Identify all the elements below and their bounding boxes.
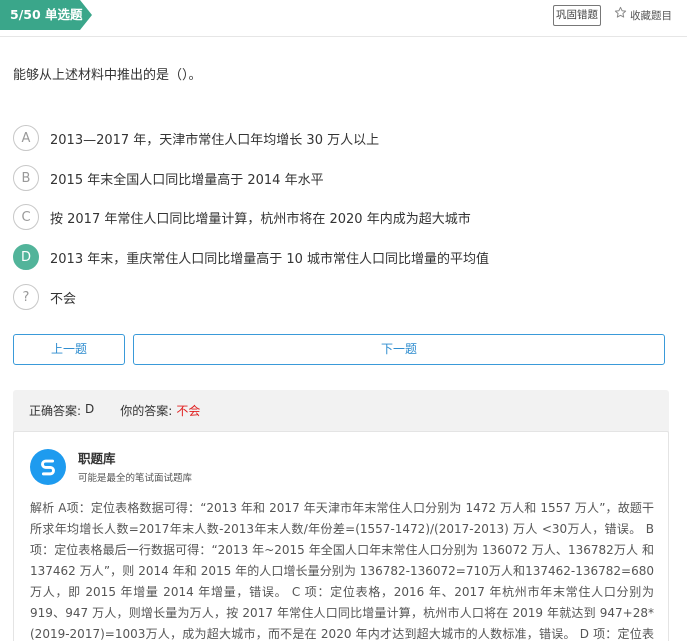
explanation-card: 职题库 可能是最全的笔试面试题库 解析 A项：定位表格数据可得：“2013 年和… <box>13 431 669 641</box>
option-letter: D <box>13 244 39 270</box>
option-text: 不会 <box>50 291 77 307</box>
question-number-badge: 5/50 单选题 <box>0 0 92 30</box>
your-answer-label: 你的答案: <box>120 404 173 418</box>
option-text: 2015 年末全国人口同比增量高于 2014 年水平 <box>50 172 324 188</box>
option-text: 按 2017 年常住人口同比增量计算，杭州市将在 2020 年内成为超大城市 <box>50 211 471 227</box>
next-question-button[interactable]: 下一题 <box>133 334 665 365</box>
brand-name: 职题库 <box>78 451 116 466</box>
option-letter: A <box>13 125 39 151</box>
explanation-text: 解析 A项：定位表格数据可得：“2013 年和 2017 年天津市年末常住人口分… <box>30 501 654 641</box>
question-stem: 能够从上述材料中推出的是（）。 <box>13 68 202 83</box>
option-letter: ? <box>13 284 39 310</box>
consolidate-wrong-button[interactable]: 巩固错题 <box>553 5 601 26</box>
brand-logo-icon <box>30 449 66 485</box>
answer-summary: 正确答案: D 你的答案: 不会 <box>29 402 200 419</box>
option-a[interactable]: A 2013—2017 年，天津市常住人口年均增长 30 万人以上 <box>13 125 379 151</box>
top-bar: 5/50 单选题 巩固错题 收藏题目 <box>0 0 687 32</box>
option-letter: B <box>13 165 39 191</box>
collect-label: 收藏题目 <box>630 10 672 22</box>
option-text: 2013—2017 年，天津市常住人口年均增长 30 万人以上 <box>50 132 380 148</box>
header-divider <box>0 36 687 37</box>
brand-slogan: 可能是最全的笔试面试题库 <box>78 473 193 484</box>
option-letter: C <box>13 204 39 230</box>
correct-answer-label: 正确答案: <box>29 404 82 418</box>
your-answer-value: 不会 <box>176 404 201 418</box>
option-d[interactable]: D 2013 年末，重庆常住人口同比增量高于 10 城市常住人口同比增量的平均值 <box>13 244 489 270</box>
option-dont-know[interactable]: ? 不会 <box>13 284 76 310</box>
option-c[interactable]: C 按 2017 年常住人口同比增量计算，杭州市将在 2020 年内成为超大城市 <box>13 204 471 230</box>
correct-answer-value: D <box>85 402 95 416</box>
option-text: 2013 年末，重庆常住人口同比增量高于 10 城市常住人口同比增量的平均值 <box>50 251 490 267</box>
collect-question-button[interactable]: 收藏题目 <box>614 6 672 26</box>
option-b[interactable]: B 2015 年末全国人口同比增量高于 2014 年水平 <box>13 165 324 191</box>
star-icon <box>614 6 627 26</box>
prev-question-button[interactable]: 上一题 <box>13 334 125 365</box>
